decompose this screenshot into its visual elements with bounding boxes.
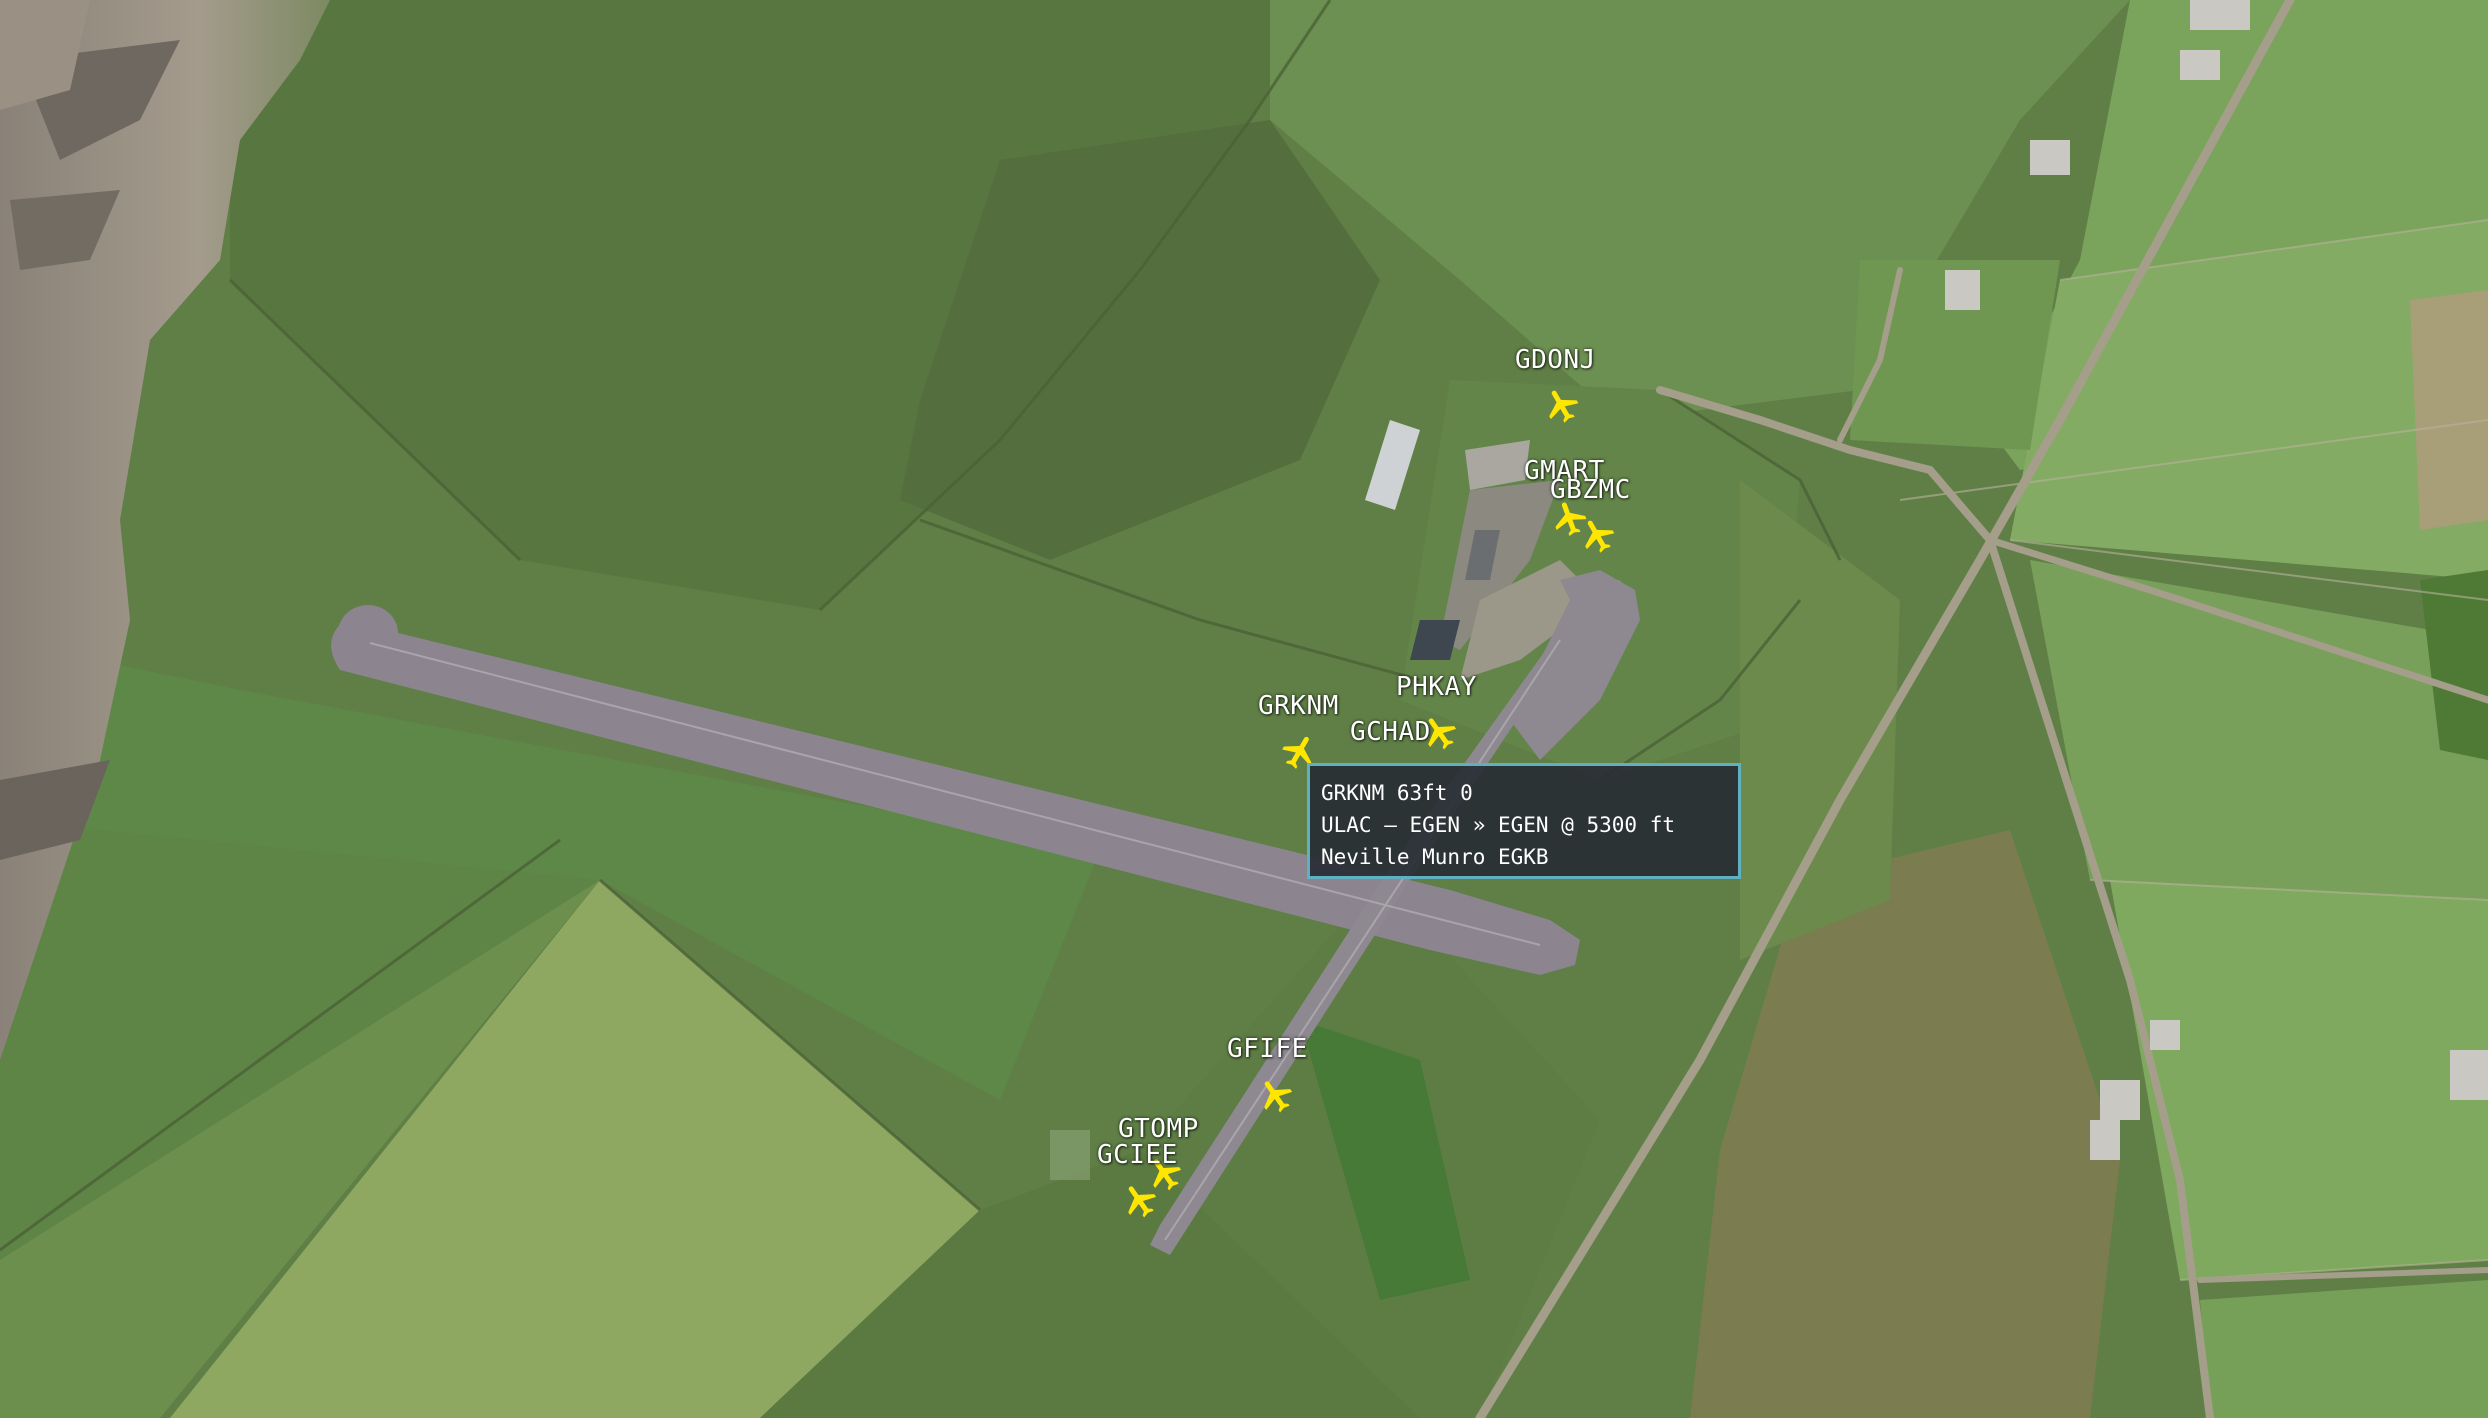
aircraft-icon-gfife[interactable] <box>1256 1075 1296 1115</box>
aircraft-icon-gdonj[interactable] <box>1542 385 1582 425</box>
aircraft-icon-gciee[interactable] <box>1120 1180 1160 1220</box>
aircraft-icon-gbzmc[interactable] <box>1578 515 1618 555</box>
airplane-icon <box>1264 1081 1293 1113</box>
tooltip-line-callsign-altitude: GRKNM 63ft 0 <box>1321 781 1473 805</box>
aircraft-tooltip: GRKNM 63ft 0 ULAC – EGEN » EGEN @ 5300 f… <box>1307 763 1741 879</box>
airplane-icon <box>1428 718 1457 750</box>
airplane-icon <box>1549 390 1579 423</box>
airplane-icon <box>1585 520 1615 553</box>
tooltip-line-pilot: Neville Munro EGKB <box>1321 845 1549 869</box>
tooltip-line-route: ULAC – EGEN » EGEN @ 5300 ft <box>1321 813 1676 837</box>
satellite-map[interactable] <box>0 0 2488 1418</box>
airplane-icon <box>1128 1186 1157 1218</box>
aircraft-icon-phkay[interactable] <box>1420 712 1460 752</box>
